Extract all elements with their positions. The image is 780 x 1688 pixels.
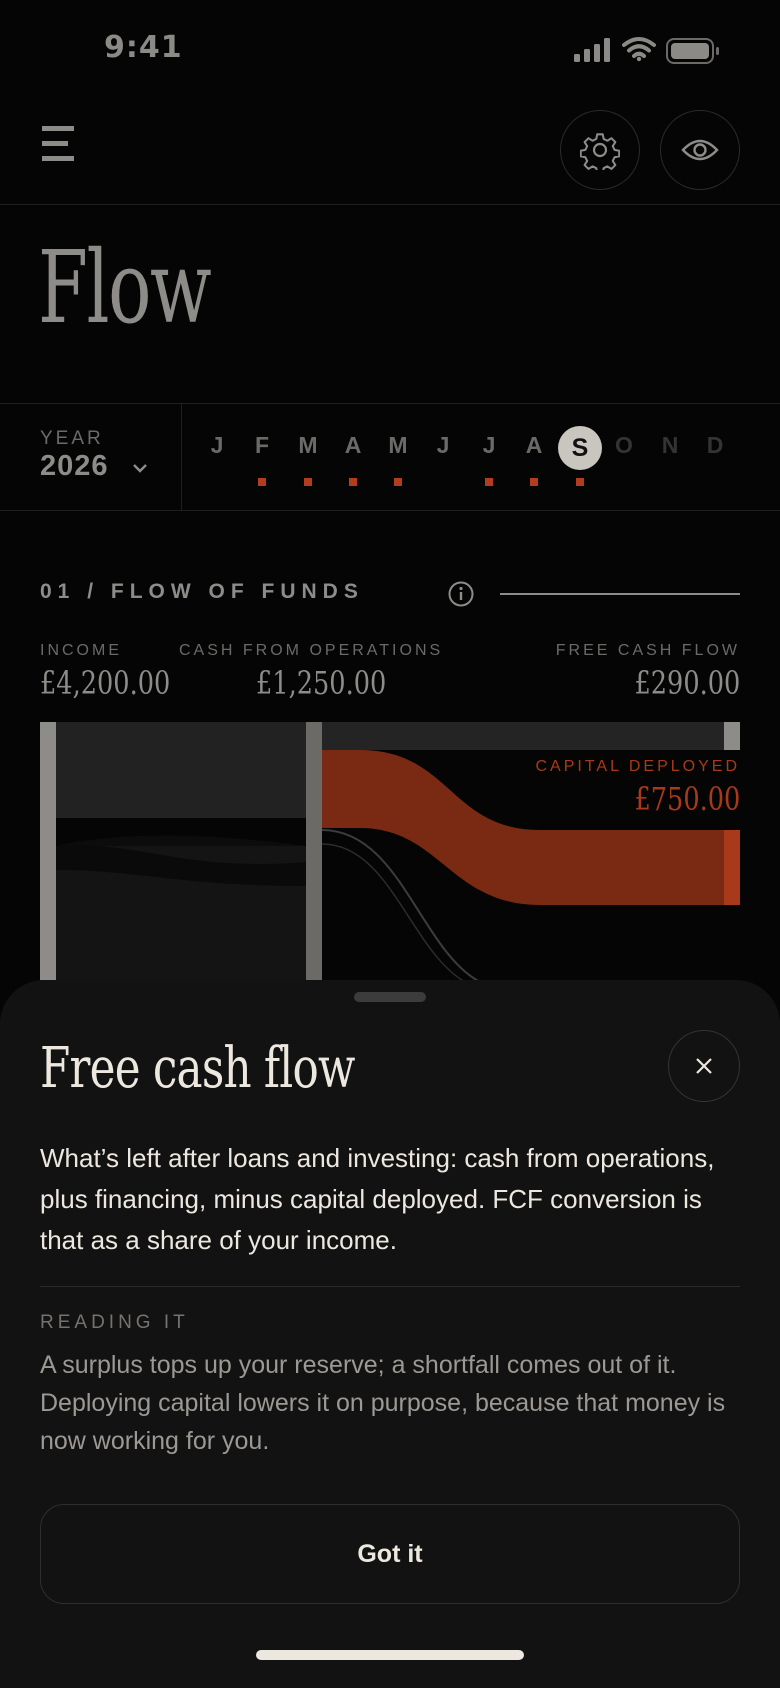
cash-from-operations-label: CASH FROM OPERATIONS — [179, 642, 444, 659]
month-jun[interactable]: J — [421, 432, 465, 459]
capital-deployed-node — [724, 830, 740, 905]
income-to-operations-band — [56, 722, 306, 818]
info-sheet: Free cash flow What’s left after loans a… — [0, 980, 780, 1688]
info-icon[interactable] — [448, 581, 474, 607]
sheet-grabber[interactable] — [354, 992, 426, 1002]
wifi-icon — [622, 37, 656, 62]
month-apr[interactable]: A — [331, 432, 375, 459]
month-activity-dot — [304, 478, 312, 486]
free-cash-flow-value: £290.00 — [634, 664, 740, 702]
month-aug[interactable]: A — [512, 432, 556, 459]
capital-deployed-value: £750.00 — [634, 780, 740, 818]
sheet-description: What’s left after loans and investing: c… — [40, 1143, 715, 1255]
cash-from-operations-value: £1,250.00 — [256, 664, 387, 702]
month-activity-dot — [394, 478, 402, 486]
month-mar[interactable]: M — [286, 432, 330, 459]
header-divider — [0, 204, 780, 205]
close-icon — [696, 1058, 712, 1074]
sheet-title: Free cash flow — [40, 1036, 355, 1101]
menu-icon[interactable] — [40, 122, 76, 166]
operations-to-fcf-band — [322, 722, 724, 750]
status-bar: 9:41 — [0, 0, 780, 100]
month-feb[interactable]: F — [240, 432, 284, 459]
gear-icon — [580, 133, 620, 170]
income-value: £4,200.00 — [40, 664, 171, 702]
capital-deployed-label: CAPITAL DEPLOYED — [535, 758, 740, 775]
month-may[interactable]: M — [376, 432, 420, 459]
battery-icon — [666, 38, 719, 64]
status-time: 9:41 — [104, 30, 183, 65]
eye-icon — [681, 139, 719, 161]
month-dec[interactable]: D — [693, 432, 737, 459]
month-nov[interactable]: N — [648, 432, 692, 459]
period-divider-bottom — [0, 510, 780, 511]
settings-button[interactable] — [560, 110, 640, 190]
visibility-button[interactable] — [660, 110, 740, 190]
home-indicator — [256, 1650, 524, 1660]
reading-label: READING IT — [40, 1312, 189, 1333]
period-separator — [181, 404, 182, 510]
reading-description: A surplus tops up your reserve; a shortf… — [40, 1351, 726, 1455]
year-selector[interactable]: 2026 — [40, 450, 109, 483]
month-activity-dot — [485, 478, 493, 486]
outflow-stroke — [321, 843, 464, 980]
section-title: 01 / FLOW OF FUNDS — [40, 580, 364, 603]
income-label: INCOME — [40, 642, 122, 659]
year-label: YEAR — [40, 428, 104, 449]
free-cash-flow-label: FREE CASH FLOW — [555, 642, 740, 659]
chevron-down-icon[interactable] — [132, 462, 148, 474]
month-activity-dot — [349, 478, 357, 486]
cellular-signal-icon — [574, 38, 610, 62]
period-divider-top — [0, 403, 780, 404]
fcf-node — [724, 722, 740, 750]
month-sep-selected[interactable]: S — [558, 426, 602, 470]
got-it-button[interactable]: Got it — [40, 1504, 740, 1604]
month-activity-dot — [530, 478, 538, 486]
month-jul[interactable]: J — [467, 432, 511, 459]
sheet-divider — [40, 1286, 740, 1287]
operations-node — [306, 722, 322, 980]
close-button[interactable] — [668, 1030, 740, 1102]
month-activity-dot — [258, 478, 266, 486]
section-rule — [500, 593, 740, 595]
month-activity-dot — [576, 478, 584, 486]
income-node — [40, 722, 56, 980]
month-oct[interactable]: O — [602, 432, 646, 459]
page-title: Flow — [38, 229, 212, 346]
month-jan[interactable]: J — [195, 432, 239, 459]
